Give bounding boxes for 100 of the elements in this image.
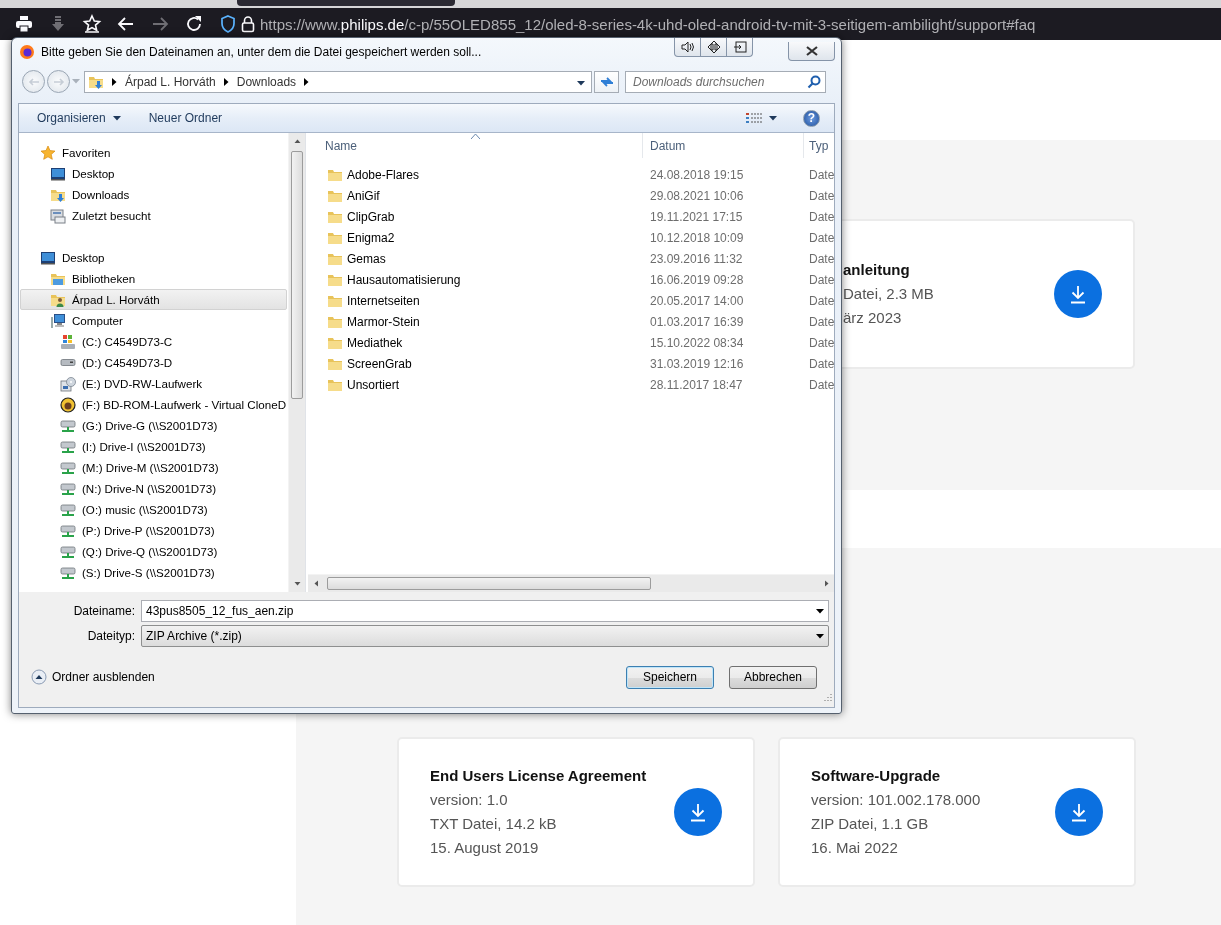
file-name: Internetseiten xyxy=(347,293,420,308)
file-row[interactable]: Marmor-Stein 01.03.2017 16:39 Date xyxy=(308,311,834,332)
column-header[interactable]: Name xyxy=(308,133,643,158)
breadcrumb-item[interactable]: Downloads xyxy=(236,74,297,89)
download-button[interactable] xyxy=(1054,270,1102,318)
file-row[interactable]: Internetseiten 20.05.2017 14:00 Date xyxy=(308,290,834,311)
nav-item[interactable]: (S:) Drive-S (\\S2001D73) xyxy=(20,562,287,583)
card-detail: 16. Mai 2022 xyxy=(811,838,899,858)
nav-item[interactable]: Computer xyxy=(20,310,287,331)
caption-button[interactable] xyxy=(726,38,753,57)
refresh-icon xyxy=(598,74,615,89)
file-row[interactable]: ClipGrab 19.11.2021 17:15 Date xyxy=(308,206,834,227)
file-row[interactable]: Enigma2 10.12.2018 10:09 Date xyxy=(308,227,834,248)
speaker-icon xyxy=(680,41,695,53)
desktop-icon xyxy=(40,249,56,266)
network-drive-icon xyxy=(60,522,76,539)
vertical-scrollbar[interactable] xyxy=(288,133,305,592)
file-row[interactable]: AniGif 29.08.2021 10:06 Date xyxy=(308,185,834,206)
nav-item[interactable]: (D:) C4549D73-D xyxy=(20,352,287,373)
field-label: Dateityp: xyxy=(86,629,135,643)
file-row[interactable]: Adobe-Flares 24.08.2018 19:15 Date xyxy=(308,164,834,185)
file-type: Date xyxy=(808,293,834,308)
refresh-button[interactable] xyxy=(594,70,619,93)
file-name: Mediathek xyxy=(347,335,403,350)
scroll-down-icon[interactable] xyxy=(293,580,301,587)
download-button[interactable] xyxy=(674,788,722,836)
card-title: Software-Upgrade xyxy=(811,766,942,786)
nav-item[interactable]: (F:) BD-ROM-Laufwerk - Virtual CloneD xyxy=(20,394,287,415)
close-icon xyxy=(805,46,818,56)
nav-item[interactable]: (P:) Drive-P (\\S2001D73) xyxy=(20,520,287,541)
desktop-icon xyxy=(50,165,66,182)
nav-item[interactable]: (I:) Drive-I (\\S2001D73) xyxy=(20,436,287,457)
file-name: Gemas xyxy=(347,251,386,266)
file-type: Date xyxy=(808,230,834,245)
file-name: AniGif xyxy=(347,188,380,203)
card-detail: ZIP Datei, 1.1 GB xyxy=(811,814,930,834)
file-row[interactable]: Gemas 23.09.2016 11:32 Date xyxy=(308,248,834,269)
file-row[interactable]: Mediathek 15.10.2022 08:34 Date xyxy=(308,332,834,353)
nav-item[interactable]: (N:) Drive-N (\\S2001D73) xyxy=(20,478,287,499)
file-row[interactable]: Unsortiert 28.11.2017 18:47 Date xyxy=(308,374,834,395)
column-header[interactable]: Datum xyxy=(643,133,804,158)
lock-icon[interactable] xyxy=(241,15,255,33)
chevron-icon xyxy=(112,77,117,86)
new-folder-button[interactable]: Neuer Ordner xyxy=(142,108,229,128)
file-date: 01.03.2017 16:39 xyxy=(649,314,745,329)
nav-item[interactable]: Desktop xyxy=(20,163,287,184)
address-bar[interactable]: Árpad L. Horváth Downloads xyxy=(84,70,592,93)
file-date: 19.11.2021 17:15 xyxy=(649,209,744,224)
network-drive-icon xyxy=(60,543,76,560)
dropdown-caret-icon xyxy=(816,633,824,639)
help-button[interactable]: ? xyxy=(803,109,820,127)
file-type: Date xyxy=(808,272,834,287)
card-title: End Users License Agreement xyxy=(430,766,647,786)
file-type: Date xyxy=(808,356,834,371)
file-type: Date xyxy=(808,209,834,224)
scroll-right-icon[interactable] xyxy=(822,580,830,587)
nav-item[interactable]: Favoriten xyxy=(20,142,287,163)
download-button[interactable] xyxy=(1055,788,1103,836)
file-type-select[interactable]: ZIP Archive (*.zip) xyxy=(141,625,829,647)
history-caret-icon xyxy=(72,79,80,84)
card-detail: version: 101.002.178.000 xyxy=(811,790,981,810)
caption-button[interactable] xyxy=(674,38,701,57)
column-header[interactable]: Typ xyxy=(804,133,834,158)
nav-item[interactable]: Zuletzt besucht xyxy=(20,205,287,226)
nav-item[interactable]: (C:) C4549D73-C xyxy=(20,331,287,352)
caption-button[interactable] xyxy=(700,38,727,57)
dialog-button[interactable]: Speichern xyxy=(626,665,714,689)
caret-icon xyxy=(112,115,121,121)
nav-item[interactable]: Downloads xyxy=(20,184,287,205)
card-detail: version: 1.0 xyxy=(430,790,509,810)
file-name-field[interactable]: 43pus8505_12_fus_aen.zip xyxy=(141,600,829,622)
nav-item[interactable]: Árpad L. Horváth xyxy=(20,289,287,310)
file-name: Unsortiert xyxy=(347,377,399,392)
file-name: ScreenGrab xyxy=(347,356,412,371)
nav-item[interactable]: (G:) Drive-G (\\S2001D73) xyxy=(20,415,287,436)
back-arrow-icon xyxy=(27,76,40,87)
card-title: anleitung xyxy=(843,260,911,280)
search-field[interactable]: Downloads durchsuchen xyxy=(625,70,826,93)
card-detail: ärz 2023 xyxy=(843,308,903,328)
close-button[interactable] xyxy=(788,42,835,61)
organize-menu[interactable]: Organisieren xyxy=(31,108,127,128)
breadcrumb-item[interactable]: Árpad L. Horváth xyxy=(125,74,216,89)
nav-item[interactable]: (O:) music (\\S2001D73) xyxy=(20,499,287,520)
card-detail: 15. August 2019 xyxy=(430,838,540,858)
file-row[interactable]: Hausautomatisierung 16.06.2019 09:28 Date xyxy=(308,269,834,290)
network-drive-icon xyxy=(60,459,76,476)
nav-item[interactable]: (E:) DVD-RW-Laufwerk xyxy=(20,373,287,394)
nav-item[interactable]: Desktop xyxy=(20,247,287,268)
nav-item[interactable]: Bibliotheken xyxy=(20,268,287,289)
scroll-left-icon[interactable] xyxy=(312,580,320,587)
star-icon xyxy=(82,14,102,34)
nav-item[interactable]: (Q:) Drive-Q (\\S2001D73) xyxy=(20,541,287,562)
nav-item[interactable]: (M:) Drive-M (\\S2001D73) xyxy=(20,457,287,478)
hide-folders-toggle[interactable]: Ordner ausblenden xyxy=(31,669,155,685)
dialog-button[interactable]: Abbrechen xyxy=(729,665,817,689)
shield-icon[interactable] xyxy=(220,15,236,33)
horizontal-scrollbar[interactable] xyxy=(308,574,834,592)
list-view-icon xyxy=(746,112,762,124)
scroll-up-icon[interactable] xyxy=(293,138,301,145)
file-row[interactable]: ScreenGrab 31.03.2019 12:16 Date xyxy=(308,353,834,374)
